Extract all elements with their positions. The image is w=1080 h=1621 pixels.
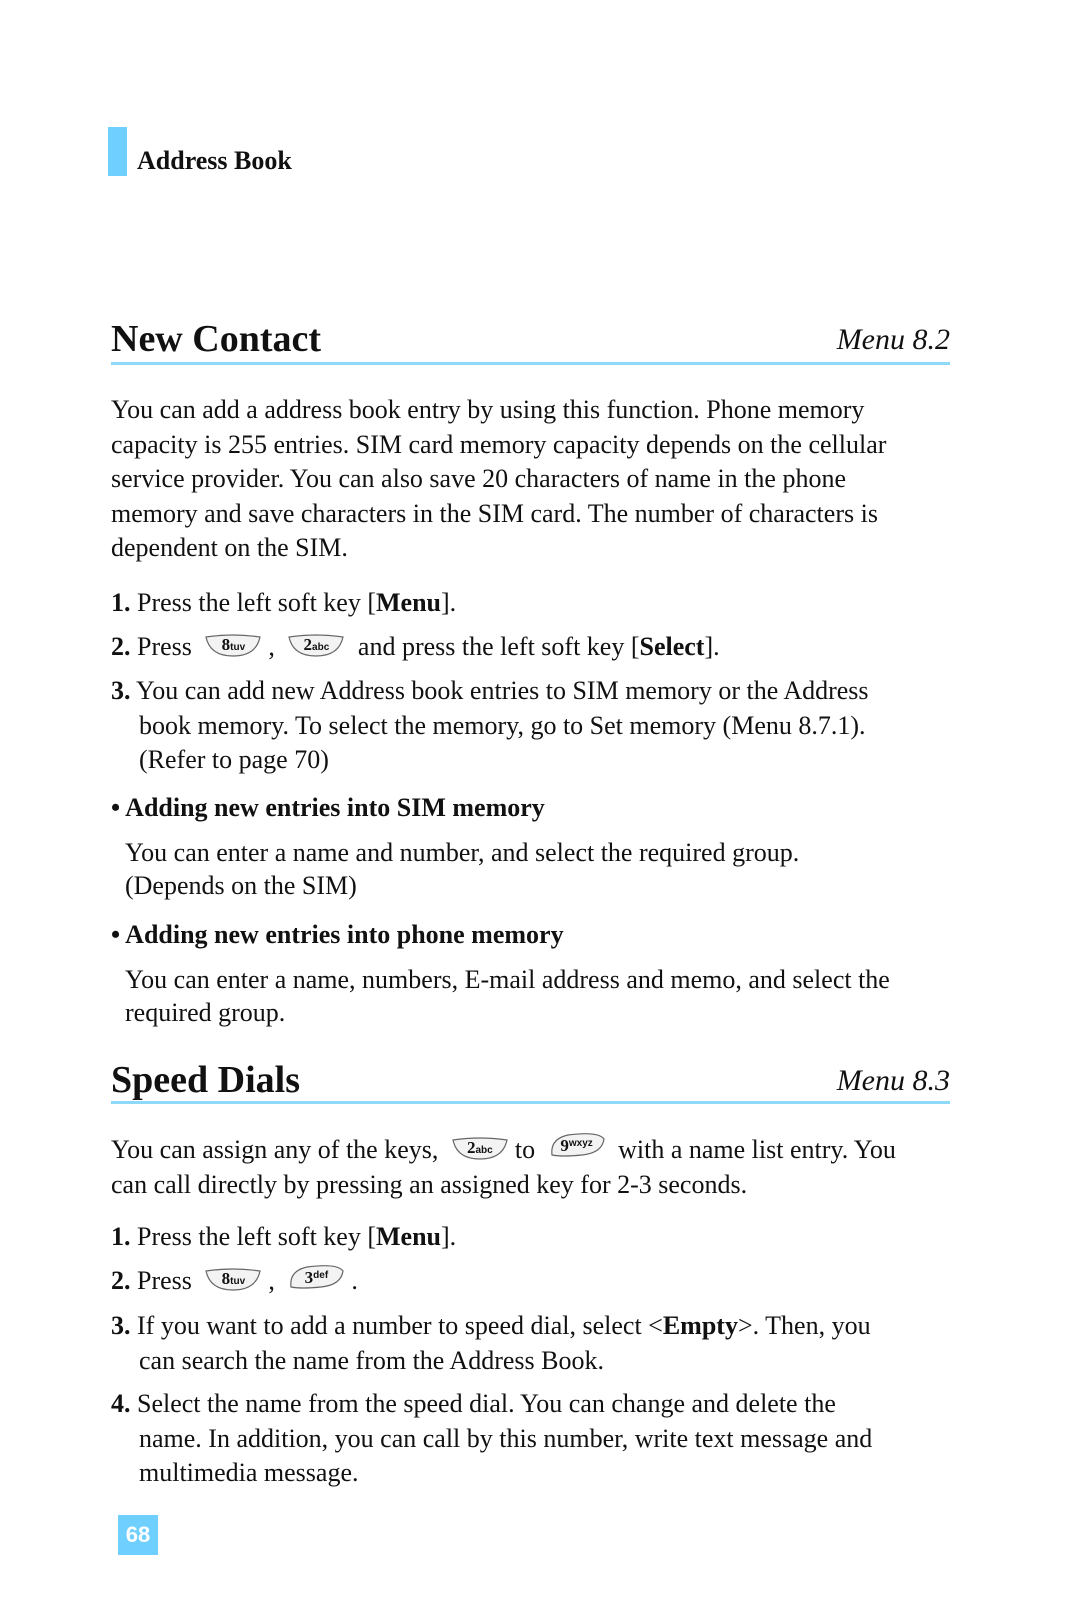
- section-label: Address Book: [137, 146, 292, 175]
- speed-dials-intro: You can assign any of the keys, 2abc to …: [111, 1133, 896, 1199]
- keypad-8-icon: 8tuv: [204, 634, 262, 658]
- intro-line: dependent on the SIM.: [111, 533, 348, 562]
- sd-step-4: 4. Select the name from the speed dial. …: [111, 1389, 873, 1487]
- intro-line: service provider. You can also save 20 c…: [111, 464, 846, 493]
- intro-line: You can add a address book entry by usin…: [111, 395, 865, 424]
- keypad-9-icon: 9wxyz: [548, 1133, 606, 1157]
- speed-dials-title: Speed Dials: [111, 1059, 300, 1101]
- speed-dials-menu-ref: Menu 8.3: [836, 1064, 950, 1097]
- new-contact-intro: You can add a address book entry by usin…: [111, 393, 961, 566]
- bullet-phone-memory-text: You can enter a name, numbers, E-mail ad…: [125, 965, 890, 1027]
- page-number: 68: [118, 1515, 158, 1555]
- speed-dials-divider: [111, 1101, 950, 1104]
- intro-line: capacity is 255 entries. SIM card memory…: [111, 429, 887, 459]
- nc-step-3: 3. You can add new Address book entries …: [111, 676, 869, 774]
- nc-step-1: 1. Press the left soft key [Menu].: [111, 588, 457, 617]
- sd-step-3: 3. If you want to add a number to speed …: [111, 1311, 871, 1375]
- sd-step-2: 2. Press 8tuv , 3def .: [111, 1265, 358, 1295]
- sd-step-1: 1. Press the left soft key [Menu].: [111, 1222, 457, 1251]
- section-marker: [108, 127, 127, 176]
- keypad-3-icon: 3def: [287, 1265, 345, 1289]
- nc-step-2: 2. Press 8tuv , 2abc and press the left …: [111, 632, 720, 661]
- keypad-8-icon: 8tuv: [204, 1268, 262, 1292]
- new-contact-title: New Contact: [111, 318, 322, 360]
- keypad-2-icon: 2abc: [287, 634, 345, 658]
- bullet-sim-memory-text: You can enter a name and number, and sel…: [125, 838, 800, 900]
- new-contact-menu-ref: Menu 8.2: [836, 323, 950, 356]
- keypad-2-icon: 2abc: [451, 1137, 509, 1161]
- bullet-phone-memory-heading: • Adding new entries into phone memory: [111, 920, 564, 949]
- bullet-sim-memory-heading: • Adding new entries into SIM memory: [111, 793, 545, 822]
- new-contact-divider: [111, 362, 950, 365]
- intro-line: memory and save characters in the SIM ca…: [111, 498, 878, 528]
